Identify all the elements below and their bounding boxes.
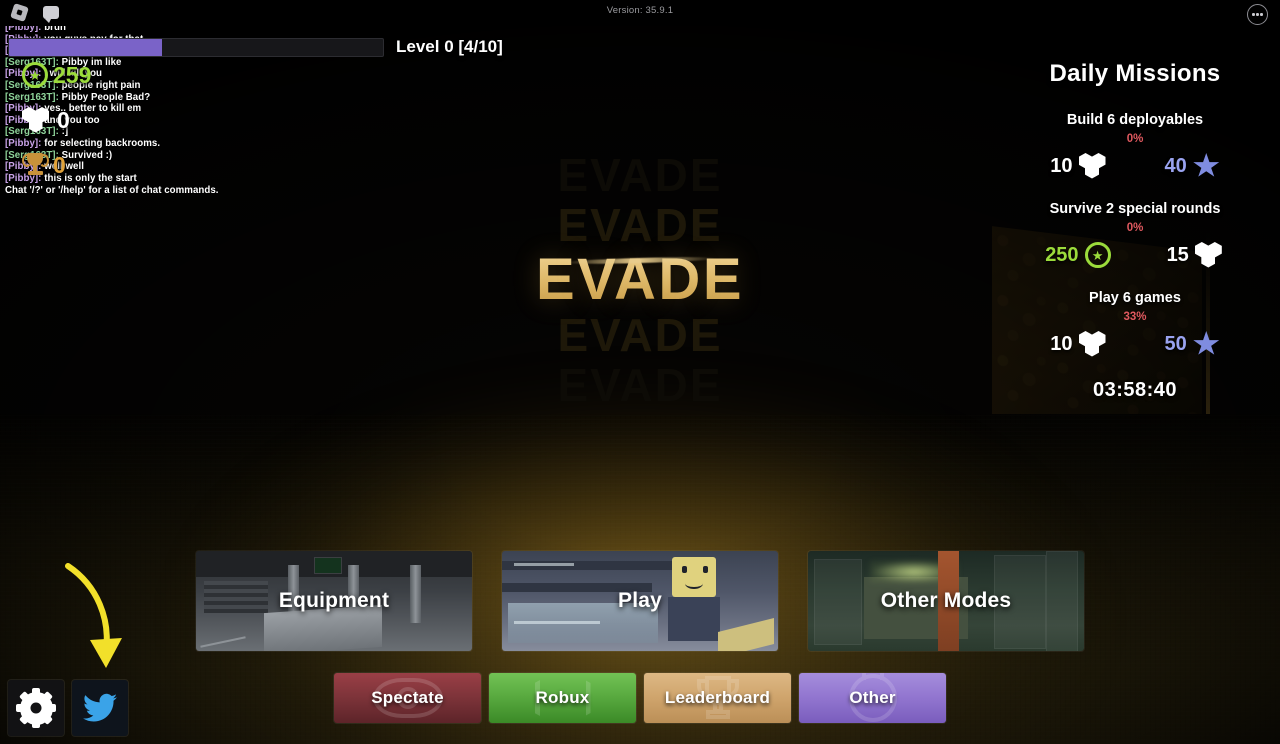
mission-reward: 50 [1165,331,1220,357]
play-card-label: Play [618,589,662,612]
mission-reward: 10 [1050,331,1108,357]
top-bar-right [1247,4,1268,25]
mission-name: Play 6 games [1089,290,1181,306]
other-modes-card[interactable]: Other Modes [808,551,1084,651]
level-label: Level 0 [4/10] [396,37,503,56]
leaderboard-button[interactable]: Leaderboard [644,673,791,723]
hexagon-cluster-icon [1078,331,1109,357]
star-icon [1193,331,1220,355]
trophy-icon [21,152,49,178]
level-progress-fill [9,38,163,56]
mission-progress-percent: 0% [1126,222,1144,234]
twitter-bird-icon [83,693,117,722]
level-progress-group: Level 0 [4/10] [8,37,503,57]
level-progress-bar [8,37,384,57]
more-options-icon[interactable] [1247,4,1268,25]
other-modes-card-label: Other Modes [880,589,1012,612]
mission-reward: 10 [1050,153,1108,179]
mission-reward-amount: 40 [1164,154,1187,177]
equipment-card-label: Equipment [278,589,390,612]
mission-progress-percent: 0% [1126,133,1144,145]
currency-hexagons: 0 [22,103,91,137]
currency-hud: ★ 259 0 0 [21,58,91,193]
mission-rewards: 10 50 [1004,331,1266,357]
corner-button-row [8,680,128,736]
hexagon-cluster-icon [1078,153,1109,179]
trophy-value: 0 [53,151,66,178]
hexagon-cluster-icon [22,107,52,133]
spectate-button[interactable]: Spectate [334,673,481,723]
other-button[interactable]: Other [799,673,946,723]
mission-item: Survive 2 special rounds 0% 250 ★ 15 [1004,201,1266,268]
mission-reward-amount: 50 [1164,332,1187,355]
currency-coins: ★ 259 [22,58,91,92]
gear-icon [16,688,56,728]
robux-button-label: Robux [535,688,590,707]
version-label: Version: 35.9.1 [606,5,674,16]
mission-name: Survive 2 special rounds [1049,201,1221,217]
equipment-card[interactable]: Equipment [196,551,472,651]
spectate-button-label: Spectate [371,688,444,707]
mission-name: Build 6 deployables [1066,112,1204,128]
mission-reward-amount: 250 [1045,243,1079,266]
currency-trophies: 0 [21,148,91,182]
mission-rewards: 250 ★ 15 [1004,242,1266,268]
coin-star-icon: ★ [22,62,48,88]
mission-item: Play 6 games 33% 10 50 [1004,290,1266,357]
top-bar: Version: 35.9.1 [0,0,1280,26]
settings-button[interactable] [8,680,64,736]
other-button-label: Other [849,688,896,707]
star-icon [1193,153,1220,177]
coin-value: 259 [53,61,92,88]
daily-missions-panel: Daily Missions Build 6 deployables 0% 10 40… [1004,60,1266,402]
hexagon-value: 0 [57,106,70,133]
robux-button[interactable]: Robux [489,673,636,723]
daily-missions-title: Daily Missions [1049,60,1221,87]
mission-reward-amount: 15 [1166,243,1189,266]
mission-rewards: 10 40 [1004,153,1266,179]
hexagon-cluster-icon [1194,242,1225,268]
secondary-button-row: Spectate Robux Leaderboard Other [0,673,1280,723]
mission-reward: 250 ★ [1045,242,1111,268]
main-menu-cards: Equipment Play Other Modes [0,551,1280,651]
play-card[interactable]: Play [502,551,778,651]
mission-reward-amount: 10 [1050,332,1073,355]
mission-progress-percent: 33% [1123,311,1147,323]
twitter-button[interactable] [72,680,128,736]
leaderboard-button-label: Leaderboard [664,688,771,707]
mission-item: Build 6 deployables 0% 10 40 [1004,112,1266,179]
game-screen: EVADE EVADE EVADE EVADE EVADE Version: 3… [0,0,1280,744]
coin-star-icon: ★ [1084,242,1111,268]
missions-reset-timer: 03:58:40 [1092,379,1178,401]
mission-reward: 40 [1165,153,1220,179]
mission-reward-amount: 10 [1050,154,1073,177]
mission-reward: 15 [1167,242,1225,268]
